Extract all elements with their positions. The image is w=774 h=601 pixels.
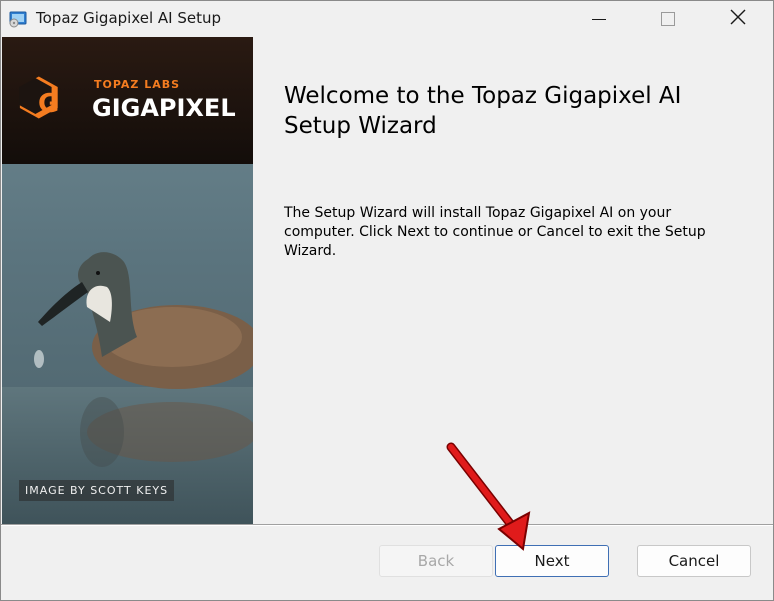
back-button[interactable]: Back (379, 545, 493, 577)
setup-window: Topaz Gigapixel AI Setup G TOPAZ LABS GI… (0, 0, 774, 601)
brand-small: TOPAZ LABS (94, 78, 181, 91)
title-bar[interactable]: Topaz Gigapixel AI Setup (1, 1, 773, 37)
close-button[interactable] (703, 1, 773, 37)
cancel-button[interactable]: Cancel (637, 545, 751, 577)
maximize-icon (661, 12, 675, 26)
minimize-icon (592, 18, 606, 20)
brand-large: GIGAPIXEL (92, 94, 236, 122)
next-button[interactable]: Next (495, 545, 609, 577)
window-title: Topaz Gigapixel AI Setup (36, 9, 222, 27)
minimize-button[interactable] (564, 1, 634, 37)
description-text: The Setup Wizard will install Topaz Giga… (284, 205, 706, 259)
footer-divider-highlight (1, 525, 773, 526)
maximize-button[interactable] (633, 1, 703, 37)
logo-letter: G (38, 89, 60, 119)
close-icon (730, 9, 746, 29)
installer-app-icon (9, 10, 27, 28)
content-panel: Welcome to the Topaz Gigapixel AI Setup … (253, 37, 773, 524)
page-title: Welcome to the Topaz Gigapixel AI Setup … (284, 83, 682, 139)
banner-panel: G TOPAZ LABS GIGAPIXEL IMAGE BY SCOTT KE… (2, 37, 253, 524)
photo-credit: IMAGE BY SCOTT KEYS (19, 480, 175, 501)
